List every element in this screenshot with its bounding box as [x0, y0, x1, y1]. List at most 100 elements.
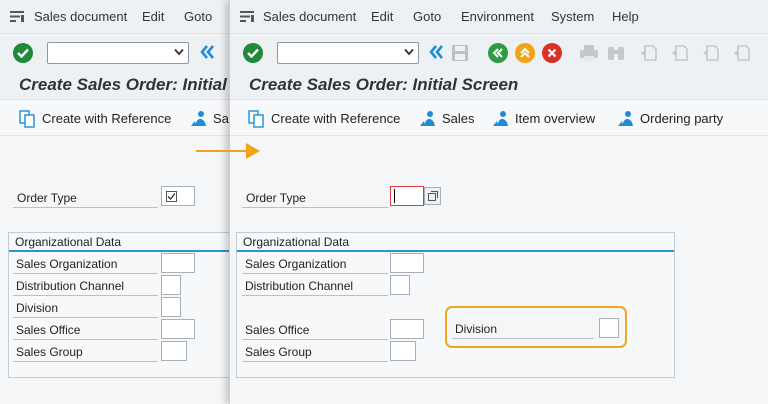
- sales-group-input[interactable]: [391, 342, 415, 360]
- create-with-reference-label: Create with Reference: [271, 111, 401, 126]
- order-type-field[interactable]: [390, 186, 424, 206]
- sales-office-underline: [13, 339, 158, 340]
- order-type-label: Order Type: [17, 191, 77, 205]
- menu-bar: Sales document Edit Goto Environment Sys…: [230, 0, 768, 34]
- sales-office-field[interactable]: [161, 319, 195, 339]
- double-chevron-left-icon[interactable]: [428, 44, 444, 60]
- sales-organization-label: Sales Organization: [16, 257, 118, 271]
- sales-office-input[interactable]: [162, 320, 194, 338]
- menu-item-edit[interactable]: Edit: [142, 9, 164, 24]
- next-page-icon[interactable]: [702, 44, 720, 62]
- sales-organization-field[interactable]: [161, 253, 195, 273]
- checkmark-icon: [247, 48, 259, 58]
- sales-group-underline: [242, 361, 388, 362]
- sales-office-input[interactable]: [391, 320, 423, 338]
- order-type-input[interactable]: [391, 187, 423, 205]
- sales-icon: [420, 111, 435, 126]
- group-title-line: [237, 250, 674, 252]
- enter-button[interactable]: [13, 43, 33, 63]
- sales-label: Sales: [442, 111, 475, 126]
- division-input[interactable]: [600, 319, 618, 337]
- order-type-field[interactable]: [161, 186, 195, 206]
- sales-organization-input[interactable]: [162, 254, 194, 272]
- cancel-icon: [547, 48, 557, 58]
- division-input[interactable]: [162, 298, 180, 316]
- menu-item-sales-document[interactable]: Sales document: [34, 9, 127, 24]
- create-with-reference-label: Create with Reference: [42, 111, 172, 126]
- title-bar: Create Sales Order: Initial: [0, 72, 240, 100]
- exit-button[interactable]: [515, 43, 535, 63]
- sales-icon: [191, 111, 206, 126]
- order-type-underline: [242, 207, 388, 208]
- menu-icon[interactable]: [10, 11, 24, 22]
- command-field[interactable]: [47, 42, 189, 64]
- menu-icon[interactable]: [240, 11, 254, 22]
- division-underline: [13, 317, 158, 318]
- double-chevron-left-icon[interactable]: [199, 44, 215, 60]
- menu-item-sales-document[interactable]: Sales document: [263, 9, 356, 24]
- last-page-icon[interactable]: [733, 44, 751, 62]
- order-type-underline: [13, 207, 158, 208]
- division-underline: [452, 338, 594, 339]
- division-label: Division: [16, 301, 59, 315]
- command-input[interactable]: [282, 44, 400, 62]
- title-bar: Create Sales Order: Initial Screen: [230, 72, 768, 100]
- command-field[interactable]: [277, 42, 419, 64]
- create-with-reference-icon: [19, 110, 35, 128]
- dropdown-icon[interactable]: [404, 48, 414, 56]
- group-title-line: [9, 250, 240, 252]
- division-label: Division: [455, 322, 498, 336]
- menu-item-goto[interactable]: Goto: [413, 9, 441, 24]
- distribution-channel-input[interactable]: [391, 276, 409, 294]
- menu-bar: Sales document Edit Goto: [0, 0, 240, 34]
- main-area: Order Type Organizational Data Sales Org…: [230, 136, 768, 404]
- distribution-channel-field[interactable]: [161, 275, 181, 295]
- sales-office-field[interactable]: [390, 319, 424, 339]
- background-window: Sales document Edit Goto Create Sales Or…: [0, 0, 240, 404]
- sales-group-input[interactable]: [162, 342, 186, 360]
- distribution-channel-field[interactable]: [390, 275, 410, 295]
- find-icon[interactable]: [606, 44, 626, 62]
- dropdown-icon[interactable]: [174, 48, 184, 56]
- sales-group-field[interactable]: [390, 341, 416, 361]
- sales-organization-input[interactable]: [391, 254, 423, 272]
- menu-item-edit[interactable]: Edit: [371, 9, 393, 24]
- division-highlight: Division: [445, 306, 627, 348]
- previous-page-icon[interactable]: [671, 44, 689, 62]
- sales-organization-field[interactable]: [390, 253, 424, 273]
- distribution-channel-underline: [13, 295, 158, 296]
- enter-button[interactable]: [243, 43, 263, 63]
- create-with-reference-icon: [248, 110, 264, 128]
- division-field[interactable]: [161, 297, 181, 317]
- menu-item-system[interactable]: System: [551, 9, 594, 24]
- checkmark-icon: [17, 48, 29, 58]
- back-icon: [492, 48, 503, 58]
- distribution-channel-underline: [242, 295, 388, 296]
- print-icon[interactable]: [579, 44, 599, 62]
- division-field[interactable]: [599, 318, 619, 338]
- sales-group-field[interactable]: [161, 341, 187, 361]
- application-toolbar: Create with Reference Sal: [0, 100, 240, 136]
- distribution-channel-input[interactable]: [162, 276, 180, 294]
- order-type-label: Order Type: [246, 191, 306, 205]
- application-toolbar: Create with Reference Sales Item overvie…: [230, 100, 768, 136]
- distribution-channel-label: Distribution Channel: [245, 279, 354, 293]
- group-title: Organizational Data: [243, 235, 350, 249]
- menu-item-help[interactable]: Help: [612, 9, 639, 24]
- sales-organization-underline: [242, 273, 388, 274]
- command-input[interactable]: [52, 44, 170, 62]
- menu-item-goto[interactable]: Goto: [184, 9, 212, 24]
- sales-group-label: Sales Group: [16, 345, 83, 359]
- save-icon[interactable]: [451, 44, 469, 62]
- distribution-channel-label: Distribution Channel: [16, 279, 125, 293]
- menu-item-environment[interactable]: Environment: [461, 9, 534, 24]
- system-toolbar: [0, 34, 240, 72]
- sales-organization-label: Sales Organization: [245, 257, 347, 271]
- value-help-button[interactable]: [424, 187, 441, 205]
- back-button[interactable]: [488, 43, 508, 63]
- checkbox-icon: [166, 191, 177, 202]
- first-page-icon[interactable]: [640, 44, 658, 62]
- exit-icon: [520, 47, 530, 58]
- cancel-button[interactable]: [542, 43, 562, 63]
- page-title: Create Sales Order: Initial Screen: [249, 75, 519, 94]
